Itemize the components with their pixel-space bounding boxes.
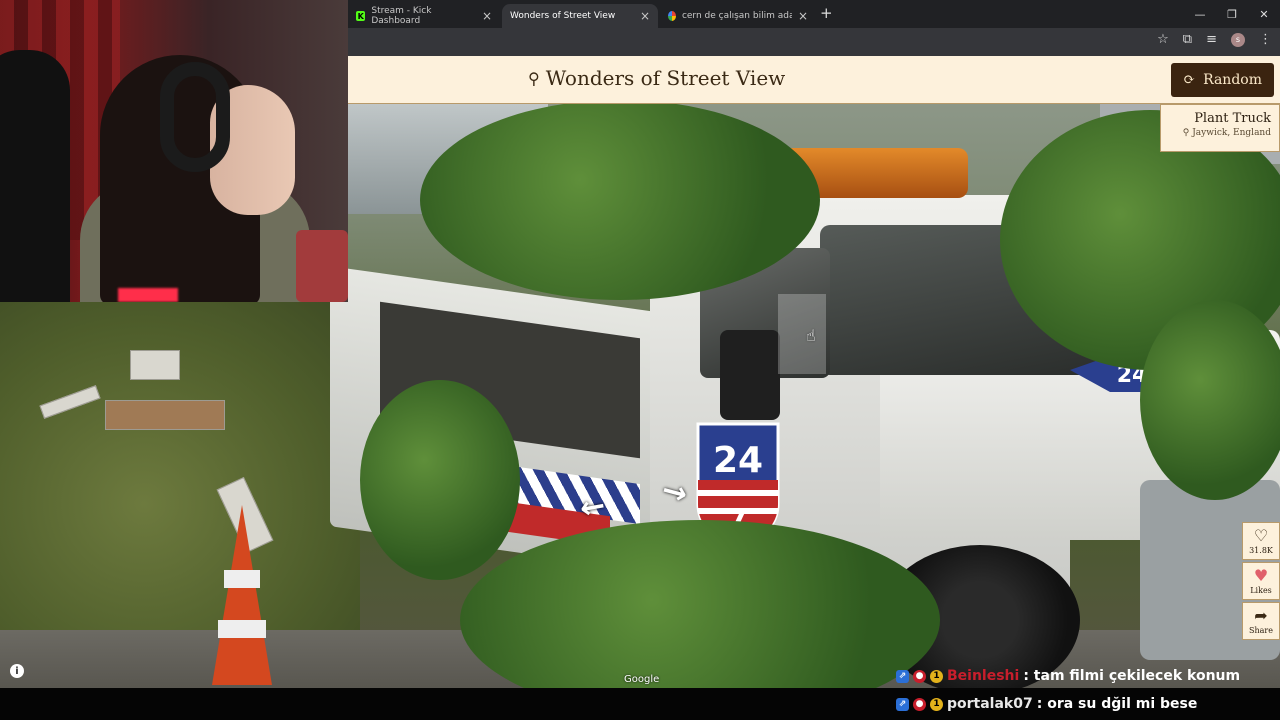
- share-label: Share: [1249, 625, 1273, 635]
- webcam-headset: [160, 62, 230, 172]
- overgrown-plants: [360, 380, 520, 580]
- subscriber-badge-icon: ●: [913, 669, 926, 683]
- bookmark-star-icon[interactable]: ☆: [1157, 32, 1169, 47]
- page-title: ⚲ Wonders of Street View: [528, 66, 785, 90]
- close-window-button[interactable]: ✕: [1248, 0, 1280, 28]
- google-icon: [668, 11, 676, 21]
- pallet: [105, 400, 225, 430]
- close-icon[interactable]: ×: [482, 9, 492, 23]
- webcam-person-left: [0, 50, 70, 302]
- location-card: Plant Truck ⚲ Jaywick, England: [1160, 104, 1280, 152]
- verified-badge-icon: ⇗: [896, 669, 909, 683]
- traffic-cone: [212, 505, 272, 685]
- kick-icon: K: [356, 11, 366, 21]
- chat-message: ⇗ ● 1 Beinleshi : tam filmi çekilecek ko…: [896, 668, 1240, 684]
- chat-text: : ora su dğil mi bese: [1036, 696, 1198, 712]
- side-action-panel: ♡ 31.8K ♥ Likes ➦ Share: [1242, 522, 1280, 642]
- hearts-icon: ♥: [1253, 565, 1269, 585]
- minimize-button[interactable]: —: [1184, 0, 1216, 28]
- chat-username: Beinleshi: [947, 668, 1020, 684]
- coin-badge-icon: 1: [930, 669, 943, 683]
- toolbar-icons: ☆ ⧉ ≡ s ⋮: [1157, 32, 1272, 47]
- coin-badge-icon: 1: [930, 697, 943, 711]
- location-place-text: Jaywick, England: [1192, 128, 1271, 138]
- location-name: Plant Truck: [1194, 111, 1271, 126]
- menu-dots-icon[interactable]: ⋮: [1259, 32, 1272, 47]
- refresh-icon: ⟳: [1183, 72, 1196, 88]
- share-arrow-icon: ➦: [1254, 605, 1268, 625]
- info-icon[interactable]: i: [10, 664, 24, 678]
- likes-label: Likes: [1250, 585, 1272, 595]
- likes-count: 31.8K: [1249, 545, 1273, 555]
- map-pin-icon: ⚲: [528, 68, 540, 88]
- browser-tab-bar: K Stream - Kick Dashboard × Wonders of S…: [348, 0, 1280, 28]
- tab-google-search[interactable]: cern de çalışan bilim adamı - G ×: [660, 4, 816, 28]
- overgrown-plants: [1140, 300, 1280, 500]
- window-controls: — ❐ ✕: [1184, 0, 1280, 28]
- random-button-label: Random: [1203, 72, 1262, 88]
- chat-text: : tam filmi çekilecek konum: [1023, 668, 1241, 684]
- site-header: ⚲ Wonders of Street View ⟳ Random: [348, 56, 1280, 104]
- door-logo-number-top: 24: [713, 440, 763, 481]
- extensions-icon[interactable]: ⧉: [1183, 32, 1192, 47]
- random-button[interactable]: ⟳ Random: [1171, 63, 1274, 97]
- webcam-cup: [296, 230, 348, 302]
- share-button[interactable]: ➦ Share: [1242, 602, 1280, 640]
- overgrown-plants: [420, 100, 820, 300]
- tab-label: Stream - Kick Dashboard: [371, 6, 432, 26]
- traffic-cone-band: [218, 620, 266, 638]
- close-icon[interactable]: ×: [640, 9, 650, 23]
- google-attribution: Google: [624, 674, 660, 685]
- media-control-icon[interactable]: ≡: [1206, 32, 1217, 47]
- heart-outline-icon: ♡: [1253, 525, 1269, 545]
- tab-label: Wonders of Street View: [510, 11, 616, 21]
- location-place: ⚲ Jaywick, England: [1169, 128, 1271, 138]
- hand-cursor-icon: ☝: [806, 326, 816, 345]
- chat-username: portalak07: [947, 696, 1033, 712]
- new-tab-icon[interactable]: +: [820, 4, 833, 22]
- restore-button[interactable]: ❐: [1216, 0, 1248, 28]
- tab-wonders-street-view[interactable]: Wonders of Street View ×: [502, 4, 658, 28]
- subscriber-badge-icon: ●: [913, 697, 926, 711]
- truck-mirror: [720, 330, 780, 420]
- close-icon[interactable]: ×: [798, 9, 808, 23]
- map-pin-icon: ⚲: [1182, 128, 1190, 138]
- tab-kick-dashboard[interactable]: K Stream - Kick Dashboard ×: [348, 4, 500, 28]
- hover-highlight: [778, 294, 826, 374]
- webcam-overlay: [0, 0, 348, 302]
- traffic-cone-band: [224, 570, 260, 588]
- like-button[interactable]: ♡ 31.8K: [1242, 522, 1280, 560]
- likes-button[interactable]: ♥ Likes: [1242, 562, 1280, 600]
- tab-label: cern de çalışan bilim adamı - G: [681, 11, 792, 21]
- chat-message: ⇗ ● 1 portalak07 : ora su dğil mi bese: [896, 696, 1197, 712]
- profile-avatar[interactable]: s: [1231, 32, 1245, 47]
- verified-badge-icon: ⇗: [896, 697, 909, 711]
- scrap-plank: [130, 350, 180, 380]
- webcam-led-light: [118, 288, 178, 302]
- site-title-text: Wonders of Street View: [545, 66, 786, 90]
- browser-address-bar[interactable]: ☆ ⧉ ≡ s ⋮: [348, 28, 1280, 56]
- grass-lot: [0, 300, 360, 640]
